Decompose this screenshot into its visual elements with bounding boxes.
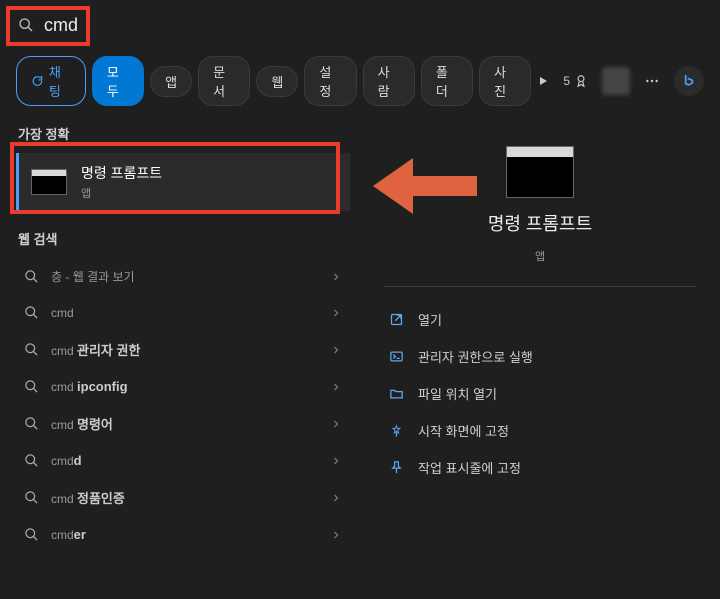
chevron-right-icon	[330, 529, 342, 541]
search-icon	[24, 342, 39, 357]
action-label: 관리자 권한으로 실행	[418, 347, 533, 366]
detail-action-folder[interactable]: 파일 위치 열기	[384, 375, 696, 412]
search-icon	[18, 17, 34, 33]
tab-people[interactable]: 사람	[363, 56, 415, 106]
tab-label: 채팅	[49, 62, 71, 100]
chevron-right-icon	[330, 307, 342, 319]
cmd-app-icon-large	[506, 146, 574, 198]
web-search-item[interactable]: cmd ipconfig	[16, 369, 350, 404]
action-label: 시작 화면에 고정	[418, 421, 509, 440]
tab-label: 폴더	[436, 62, 458, 100]
detail-action-pin-task[interactable]: 작업 표시줄에 고정	[384, 449, 696, 486]
web-search-label: cmd 관리자 권한	[51, 340, 318, 359]
best-match-title: 명령 프롬프트	[81, 163, 162, 183]
rewards-count: 5	[563, 74, 570, 88]
chevron-right-icon	[330, 418, 342, 430]
pin-task-icon	[388, 460, 404, 475]
best-match-sub: 앱	[81, 185, 162, 201]
folder-icon	[388, 386, 404, 401]
tab-apps[interactable]: 앱	[150, 66, 192, 97]
web-search-item[interactable]: cmd 명령어	[16, 404, 350, 443]
web-search-item[interactable]: cmd 정품인증	[16, 478, 350, 517]
web-search-label: cmdd	[51, 453, 318, 468]
best-match-header: 가장 정확	[18, 124, 348, 143]
web-search-item[interactable]: cmdd	[16, 443, 350, 478]
web-search-item[interactable]: cmd	[16, 295, 350, 330]
web-search-label: cmder	[51, 527, 318, 542]
action-label: 열기	[418, 310, 442, 329]
search-icon	[24, 527, 39, 542]
chevron-right-icon	[330, 381, 342, 393]
web-search-label: cmd ipconfig	[51, 379, 318, 394]
detail-sub: 앱	[535, 248, 545, 264]
action-label: 파일 위치 열기	[418, 384, 497, 403]
admin-icon	[388, 349, 404, 364]
web-search-label: cmd 명령어	[51, 414, 318, 433]
web-search-item[interactable]: cmder	[16, 517, 350, 552]
search-icon	[24, 453, 39, 468]
rewards-badge[interactable]: 5	[563, 74, 588, 88]
best-match-item[interactable]: 명령 프롬프트 앱	[16, 153, 350, 211]
avatar[interactable]	[602, 67, 630, 95]
chevron-right-icon	[330, 455, 342, 467]
search-input[interactable]	[44, 15, 702, 36]
web-search-label: cmd 정품인증	[51, 488, 318, 507]
web-search-item[interactable]: 층 - 웹 결과 보기	[16, 258, 350, 295]
web-search-item[interactable]: cmd 관리자 권한	[16, 330, 350, 369]
pin-start-icon	[388, 423, 404, 438]
search-icon	[24, 490, 39, 505]
play-icon[interactable]	[537, 75, 549, 87]
tab-docs[interactable]: 문서	[198, 56, 250, 106]
open-icon	[388, 312, 404, 327]
detail-action-pin-start[interactable]: 시작 화면에 고정	[384, 412, 696, 449]
tab-settings[interactable]: 설정	[304, 56, 356, 106]
tab-all[interactable]: 모두	[92, 56, 144, 106]
search-icon	[24, 379, 39, 394]
detail-panel-header: 명령 프롬프트 앱	[384, 126, 696, 287]
action-label: 작업 표시줄에 고정	[418, 458, 521, 477]
web-search-label: 층 - 웹 결과 보기	[51, 268, 318, 285]
filter-tabs: 채팅 모두 앱 문서 웹 설정 사람 폴더 사진 5	[0, 50, 720, 116]
tab-label: 설정	[319, 62, 341, 100]
chevron-right-icon	[330, 492, 342, 504]
tab-label: 사진	[494, 62, 516, 100]
tab-web[interactable]: 웹	[256, 66, 298, 97]
web-search-label: cmd	[51, 305, 318, 320]
tab-label: 앱	[165, 72, 177, 91]
tab-label: 사람	[378, 62, 400, 100]
tab-chat[interactable]: 채팅	[16, 56, 86, 106]
search-bar[interactable]	[0, 0, 720, 50]
detail-action-admin[interactable]: 관리자 권한으로 실행	[384, 338, 696, 375]
tab-folders[interactable]: 폴더	[421, 56, 473, 106]
tab-photos[interactable]: 사진	[479, 56, 531, 106]
more-icon[interactable]	[644, 73, 660, 89]
bing-icon[interactable]	[674, 66, 704, 96]
search-icon	[24, 269, 39, 284]
tab-label: 모두	[107, 62, 129, 100]
tab-label: 문서	[213, 62, 235, 100]
search-icon	[24, 416, 39, 431]
chevron-right-icon	[330, 344, 342, 356]
cmd-app-icon	[31, 169, 67, 195]
search-icon	[24, 305, 39, 320]
tab-label: 웹	[271, 72, 283, 91]
detail-title: 명령 프롬프트	[488, 210, 592, 236]
web-search-header: 웹 검색	[18, 229, 348, 248]
detail-action-open[interactable]: 열기	[384, 301, 696, 338]
chevron-right-icon	[330, 271, 342, 283]
